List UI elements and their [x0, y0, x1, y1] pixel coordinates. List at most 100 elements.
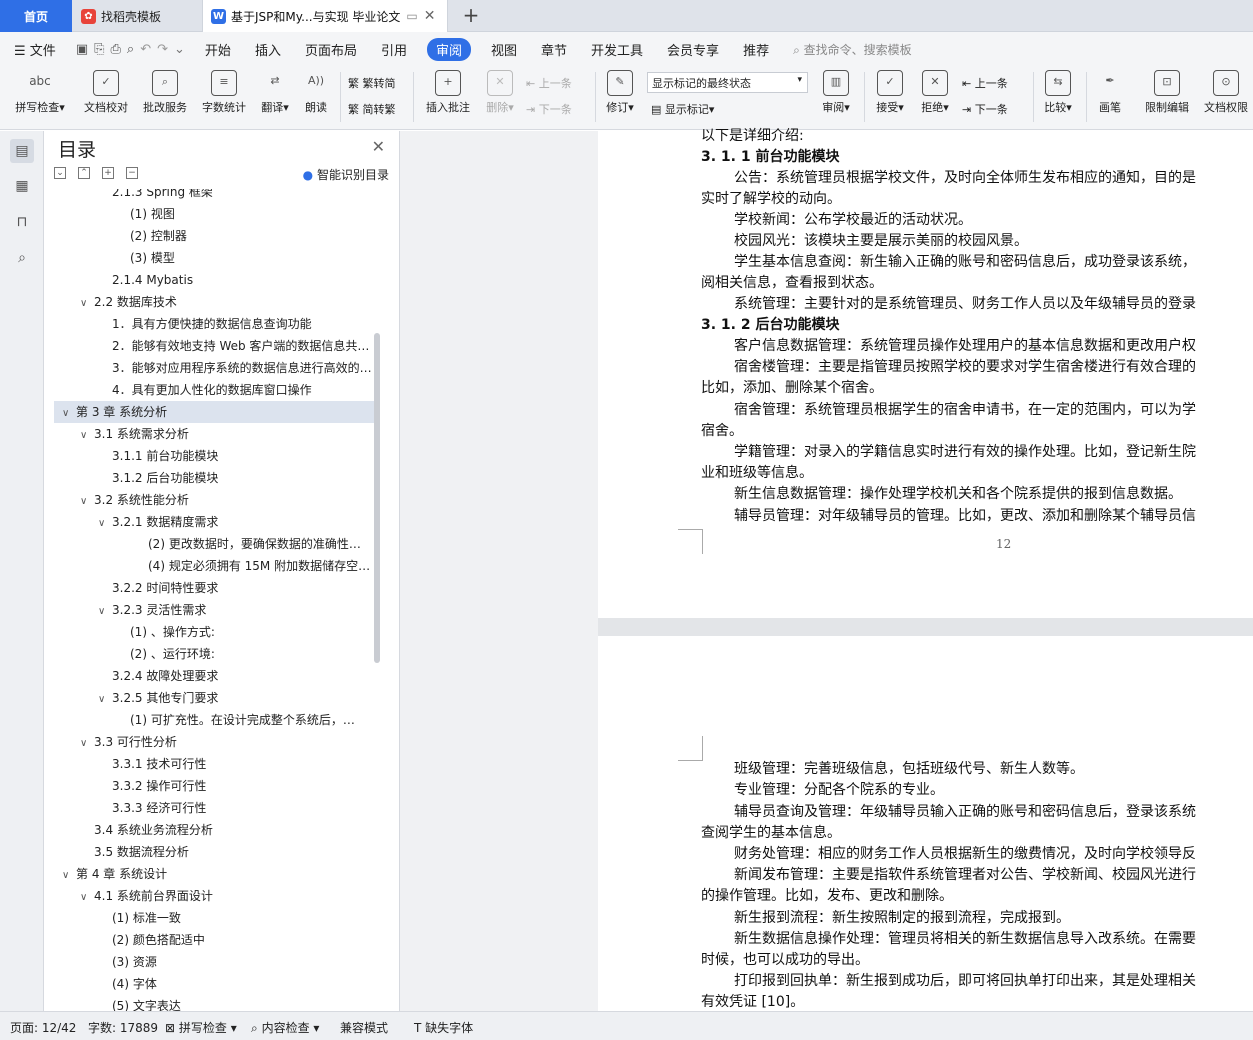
document-page[interactable]: 以下是详细介绍: 3. 1. 1 前台功能模块 公告：系统管理员根据学校文件，及时向… [598, 128, 1253, 618]
status-content-check[interactable]: ⌕ 内容检查 ▾ [251, 1019, 319, 1036]
toc-item[interactable]: 3．能够对应用程序系统的数据信息进行高效的… [54, 357, 374, 379]
toc-item[interactable]: 3.3.1 技术可行性 [54, 753, 374, 775]
toc-item[interactable]: (1) 视图 [54, 203, 374, 225]
missing-fonts[interactable]: T 缺失字体 [414, 1019, 473, 1036]
toc-item[interactable]: ∨ 3.3 可行性分析 [54, 731, 374, 753]
toc-item[interactable]: ∨ 3.2 系统性能分析 [54, 489, 374, 511]
toc-item[interactable]: ∨ 4.1 系统前台界面设计 [54, 885, 374, 907]
read-aloud-button[interactable]: A)) 朗读 [301, 70, 331, 115]
toc-item[interactable]: 3.1.2 后台功能模块 [54, 467, 374, 489]
correction-service-button[interactable]: ⌕ 批改服务 [140, 70, 190, 115]
toc-item[interactable]: ∨ 3.2.5 其他专门要求 [54, 687, 374, 709]
smart-toc-button[interactable]: ● 智能识别目录 [303, 166, 389, 183]
toc-item[interactable]: (2) 、运行环境: [54, 643, 374, 665]
menu-insert[interactable]: 插入 [255, 40, 281, 59]
document-page[interactable]: 班级管理：完善班级信息，包括班级代号、新生人数等。 专业管理：分配各个院系的专业。… [598, 636, 1253, 1011]
toc-item[interactable]: (3) 资源 [54, 951, 374, 973]
toc-item[interactable]: 3.2.2 时间特性要求 [54, 577, 374, 599]
insert-comment-button[interactable]: + 插入批注 [422, 70, 474, 115]
delete-comment-button[interactable]: ✕ 删除▾ [482, 70, 518, 115]
toc-item[interactable]: (1) 标准一致 [54, 907, 374, 929]
toc-item[interactable]: (5) 文字表达 [54, 995, 374, 1011]
reject-button[interactable]: ✕ 拒绝▾ [917, 70, 953, 115]
chevron-down-icon[interactable]: ∨ [62, 865, 76, 885]
proofread-button[interactable]: ✓ 文档校对 [80, 70, 132, 115]
compare-button[interactable]: ⇆ 比较▾ [1040, 70, 1076, 115]
more-icon[interactable]: ⌄ [174, 42, 185, 57]
toc-item[interactable]: 3.2.4 故障处理要求 [54, 665, 374, 687]
traditional-to-simplified-button[interactable]: 繁 繁转简 [348, 75, 396, 91]
show-markup-button[interactable]: ▤ 显示标记▾ [651, 101, 714, 117]
close-tab-icon[interactable]: ✕ [424, 8, 436, 24]
redo-icon[interactable]: ↷ [157, 42, 168, 57]
restrict-editing-button[interactable]: ⊡ 限制编辑 [1140, 70, 1194, 115]
chevron-down-icon[interactable]: ∨ [98, 513, 112, 533]
undo-icon[interactable]: ↶ [140, 42, 151, 57]
outline-icon[interactable]: ▤ [10, 139, 34, 163]
preview-icon[interactable]: ⌕ [127, 42, 134, 57]
chevron-down-icon[interactable]: ∨ [98, 689, 112, 709]
chevron-down-icon[interactable]: ∨ [98, 601, 112, 621]
menu-view[interactable]: 视图 [491, 40, 517, 59]
toc-item[interactable]: ∨ 第 3 章 系统分析 [54, 401, 374, 423]
add-heading-icon[interactable]: + [102, 167, 114, 179]
tab-template[interactable]: ✿ 找稻壳模板 [73, 0, 199, 32]
chevron-down-icon[interactable]: ∨ [80, 491, 94, 511]
toc-item[interactable]: 3.3.2 操作可行性 [54, 775, 374, 797]
ink-button[interactable]: ✒ 画笔 [1094, 70, 1126, 115]
save-icon[interactable]: ▣ [76, 42, 88, 57]
print-icon[interactable]: ⎙ [111, 42, 121, 57]
toc-item[interactable]: (2) 控制器 [54, 225, 374, 247]
toc-item[interactable]: 3.1.1 前台功能模块 [54, 445, 374, 467]
word-count-button[interactable]: ≡ 字数统计 [199, 70, 249, 115]
toc-item[interactable]: (3) 模型 [54, 247, 374, 269]
tab-home[interactable]: 首页 [0, 0, 72, 32]
status-spell-check[interactable]: ⊠ 拼写检查 ▾ [165, 1019, 237, 1036]
toc-item[interactable]: 3.5 数据流程分析 [54, 841, 374, 863]
chevron-down-icon[interactable]: ∨ [80, 425, 94, 445]
menu-file[interactable]: ☰ 文件 [14, 40, 56, 59]
remove-heading-icon[interactable]: − [126, 167, 138, 179]
toc-item[interactable]: (1) 、操作方式: [54, 621, 374, 643]
menu-references[interactable]: 引用 [381, 40, 407, 59]
chevron-down-icon[interactable]: ∨ [62, 403, 76, 423]
tab-document[interactable]: W 基于JSP和My...与实现 毕业论文 ▭ ✕ [202, 0, 448, 32]
bookmark-icon[interactable]: ⊓ [10, 210, 34, 234]
word-count[interactable]: 字数: 17889 [88, 1019, 158, 1036]
menu-developer[interactable]: 开发工具 [591, 40, 643, 59]
previous-change-button[interactable]: ⇤ 上一条 [962, 75, 1008, 91]
toc-item[interactable]: 3.3.3 经济可行性 [54, 797, 374, 819]
collapse-all-icon[interactable]: ⌄ [54, 167, 66, 179]
expand-up-icon[interactable]: ⌃ [78, 167, 90, 179]
toc-item[interactable]: ∨ 2.2 数据库技术 [54, 291, 374, 313]
accept-button[interactable]: ✓ 接受▾ [872, 70, 908, 115]
search-icon[interactable]: ⌕ [10, 246, 34, 270]
toc-item[interactable]: ∨ 3.1 系统需求分析 [54, 423, 374, 445]
toc-item[interactable]: ∨ 第 4 章 系统设计 [54, 863, 374, 885]
toc-item[interactable]: 3.4 系统业务流程分析 [54, 819, 374, 841]
toc-item[interactable]: 2.1.4 Mybatis [54, 269, 374, 291]
chapter-nav-icon[interactable]: ▦ [10, 174, 34, 198]
menu-start[interactable]: 开始 [205, 40, 231, 59]
review-pane-button[interactable]: ▥ 审阅▾ [818, 70, 854, 115]
new-tab-button[interactable]: + [458, 3, 484, 29]
next-change-button[interactable]: ⇥ 下一条 [962, 101, 1008, 117]
toc-item[interactable]: 4．具有更加人性化的数据库窗口操作 [54, 379, 374, 401]
menu-chapter[interactable]: 章节 [541, 40, 567, 59]
track-changes-button[interactable]: ✎ 修订▾ [602, 70, 638, 115]
toc-item[interactable]: (2) 颜色搭配适中 [54, 929, 374, 951]
page-indicator[interactable]: 页面: 12/42 [10, 1019, 76, 1036]
toc-item[interactable]: (1) 可扩充性。在设计完成整个系统后，… [54, 709, 374, 731]
menu-page-layout[interactable]: 页面布局 [305, 40, 357, 59]
translate-button[interactable]: ⇄ 翻译▾ [257, 70, 293, 115]
toc-item[interactable]: 2．能够有效地支持 Web 客户端的数据信息共… [54, 335, 374, 357]
markup-state-select[interactable]: 显示标记的最终状态 ▾ [647, 72, 808, 93]
toc-item[interactable]: ∨ 3.2.1 数据精度需求 [54, 511, 374, 533]
chevron-down-icon[interactable]: ∨ [80, 733, 94, 753]
toc-item[interactable]: (4) 规定必须拥有 15M 附加数据储存空… [54, 555, 374, 577]
previous-comment-button[interactable]: ⇤ 上一条 [526, 75, 572, 91]
chevron-down-icon[interactable]: ∨ [80, 887, 94, 907]
toc-item[interactable]: 2.1.3 Spring 框架 [54, 189, 374, 203]
spell-check-button[interactable]: abc 拼写检查▾ [12, 70, 68, 115]
toc-scrollbar[interactable] [374, 333, 380, 663]
